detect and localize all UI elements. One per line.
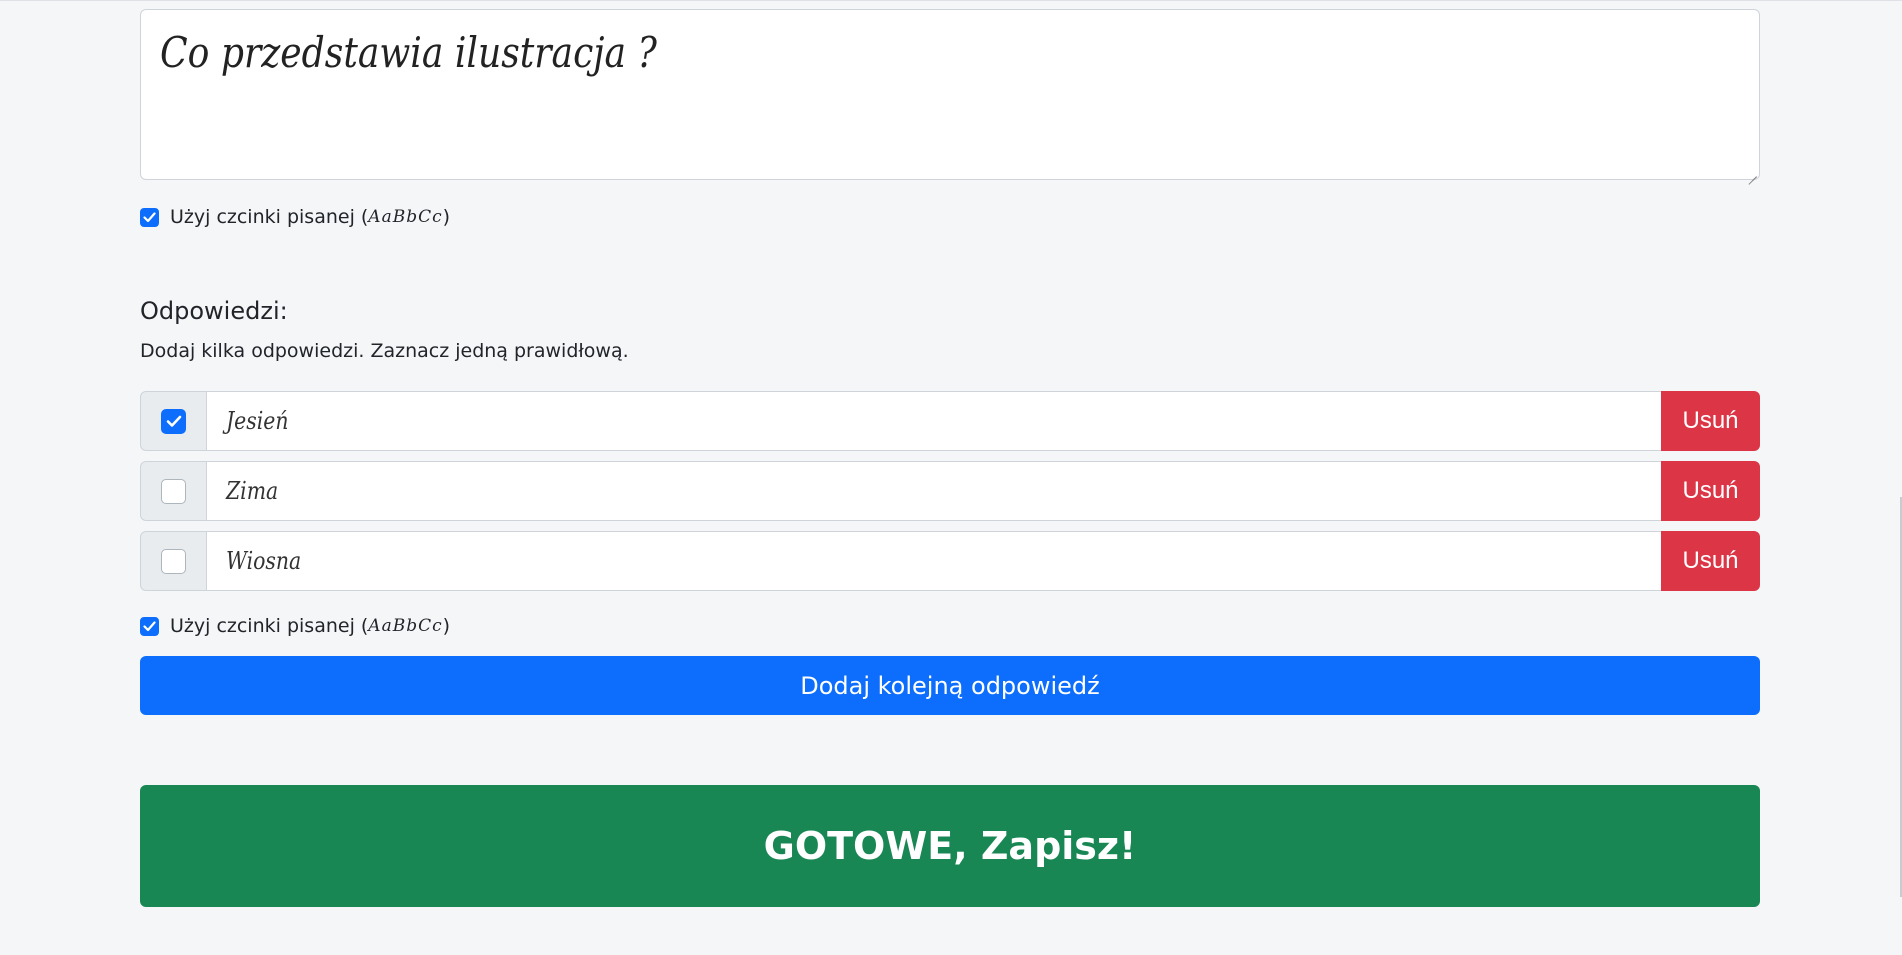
answer-row: Wiosna Usuń: [140, 531, 1760, 591]
answer-input[interactable]: Jesień: [207, 391, 1661, 451]
question-script-font-option[interactable]: Użyj czcinki pisanej (AaBbCc): [140, 205, 450, 229]
question-script-font-label: Użyj czcinki pisanej (: [170, 206, 369, 228]
save-button[interactable]: GOTOWE, Zapisz!: [140, 785, 1760, 907]
label-close-paren: ): [442, 206, 451, 228]
answer-input[interactable]: Zima: [207, 461, 1661, 521]
answer-text: Zima: [226, 477, 279, 505]
question-text: Co przedstawia ilustracja ?: [160, 28, 657, 77]
answer-correct-checkbox[interactable]: [161, 478, 186, 504]
answer-text: Wiosna: [226, 547, 302, 575]
remove-answer-button[interactable]: Usuń: [1661, 391, 1760, 451]
remove-answer-button[interactable]: Usuń: [1661, 531, 1760, 591]
quiz-editor-page: Co przedstawia ilustracja ? Użyj czcinki…: [0, 0, 1902, 955]
top-divider: [0, 0, 1902, 1]
add-answer-button[interactable]: Dodaj kolejną odpowiedź: [140, 656, 1760, 715]
remove-answer-button[interactable]: Usuń: [1661, 461, 1760, 521]
answer-correct-checkbox[interactable]: [161, 548, 186, 574]
answer-correct-toggle[interactable]: [140, 461, 207, 521]
checkmark-icon: [143, 211, 156, 222]
answers-instructions: Dodaj kilka odpowiedzi. Zaznacz jedną pr…: [140, 340, 629, 362]
answers-heading: Odpowiedzi:: [140, 297, 288, 325]
answers-script-font-option[interactable]: Użyj czcinki pisanej (AaBbCc): [140, 614, 450, 638]
answer-input[interactable]: Wiosna: [207, 531, 1661, 591]
answer-text: Jesień: [226, 407, 289, 435]
answers-script-font-checkbox[interactable]: [140, 616, 159, 636]
question-textarea[interactable]: Co przedstawia ilustracja ?: [140, 9, 1760, 180]
answer-correct-checkbox[interactable]: [161, 408, 186, 434]
label-close-paren: ): [442, 615, 451, 637]
answer-correct-toggle[interactable]: [140, 531, 207, 591]
question-script-font-checkbox[interactable]: [140, 207, 159, 227]
script-font-sample: AaBbCc: [368, 207, 443, 227]
checkmark-icon: [166, 415, 181, 427]
answer-row: Jesień Usuń: [140, 391, 1760, 451]
checkmark-icon: [143, 620, 156, 631]
script-font-sample: AaBbCc: [368, 616, 443, 636]
resize-handle-icon[interactable]: [1747, 167, 1757, 177]
answers-script-font-label: Użyj czcinki pisanej (: [170, 615, 369, 637]
answer-correct-toggle[interactable]: [140, 391, 207, 451]
answer-row: Zima Usuń: [140, 461, 1760, 521]
